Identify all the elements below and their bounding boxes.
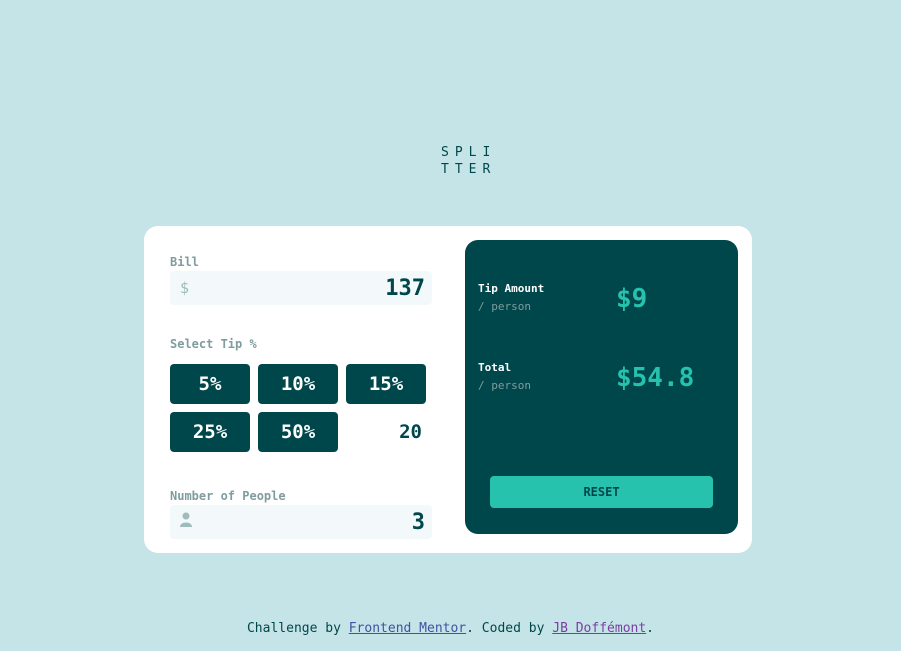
total-subtitle: / person xyxy=(478,379,531,392)
tip-button-15[interactable]: 15% xyxy=(346,364,426,404)
author-link[interactable]: JB Doffémont xyxy=(552,621,646,636)
tip-button-5[interactable]: 5% xyxy=(170,364,250,404)
logo-line-2: TTER xyxy=(441,162,497,177)
attribution-middle: . Coded by xyxy=(466,621,545,636)
total-value: $54.8 xyxy=(616,363,695,393)
reset-button[interactable]: RESET xyxy=(490,476,713,508)
dollar-icon: $ xyxy=(180,279,190,297)
result-panel: Tip Amount / person $9 Total / person $5… xyxy=(465,240,738,534)
bill-input[interactable]: $ 137 xyxy=(170,271,432,305)
tip-label: Select Tip % xyxy=(170,337,257,351)
tip-amount-value: $9 xyxy=(616,284,648,314)
tip-button-50[interactable]: 50% xyxy=(258,412,338,452)
tip-amount-subtitle: / person xyxy=(478,300,531,313)
attribution: Challenge by Frontend Mentor. Coded by J… xyxy=(0,621,901,636)
total-title: Total xyxy=(478,361,512,374)
person-icon xyxy=(180,512,192,532)
people-value: 3 xyxy=(411,510,425,535)
app-logo: SPLI TTER xyxy=(441,144,501,178)
people-label: Number of People xyxy=(170,489,286,503)
attribution-prefix: Challenge by xyxy=(246,621,341,636)
frontend-mentor-link[interactable]: Frontend Mentor xyxy=(349,621,466,636)
custom-tip-input[interactable]: 20 xyxy=(346,412,426,452)
people-input[interactable]: 3 xyxy=(170,505,432,539)
bill-value: 137 xyxy=(385,276,425,301)
logo-line-1: SPLI xyxy=(441,145,497,160)
attribution-suffix: . xyxy=(646,621,654,636)
tip-amount-title: Tip Amount xyxy=(478,282,545,295)
tip-button-25[interactable]: 25% xyxy=(170,412,250,452)
tip-button-10[interactable]: 10% xyxy=(258,364,338,404)
bill-label: Bill xyxy=(170,255,199,269)
